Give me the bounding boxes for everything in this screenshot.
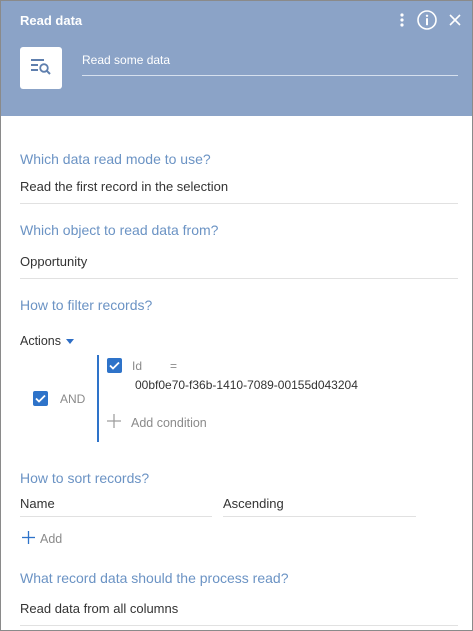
read-data-panel: Read data Read some data Which data read…	[0, 0, 473, 631]
condition-operator[interactable]: =	[170, 359, 177, 373]
group-logic-and[interactable]: AND	[60, 392, 85, 406]
columns-field[interactable]: Read data from all columns	[20, 601, 458, 626]
sort-question: How to sort records?	[20, 470, 150, 486]
filter-question: How to filter records?	[20, 297, 153, 313]
add-condition-button[interactable]: Add condition	[107, 414, 207, 431]
filter-actions-menu[interactable]: Actions	[20, 334, 74, 348]
element-name-input[interactable]: Read some data	[82, 53, 458, 76]
sort-column-field[interactable]: Name	[20, 496, 212, 517]
read-mode-field[interactable]: Read the first record in the selection	[20, 179, 458, 204]
condition-value[interactable]: 00bf0e70-f36b-1410-7089-00155d043204	[135, 378, 358, 392]
sort-direction-field[interactable]: Ascending	[223, 496, 416, 517]
header-actions	[398, 9, 462, 31]
close-icon[interactable]	[448, 13, 462, 27]
columns-question: What record data should the process read…	[20, 570, 289, 586]
panel-header: Read data Read some data	[1, 1, 472, 116]
group-checkbox[interactable]	[33, 391, 48, 406]
filter-group-line	[97, 355, 99, 442]
plus-icon	[22, 531, 35, 547]
plus-icon	[107, 414, 121, 431]
read-data-icon	[30, 57, 52, 80]
condition-checkbox[interactable]	[107, 358, 122, 373]
actions-label: Actions	[20, 334, 61, 348]
add-sort-label: Add	[40, 532, 63, 546]
condition-field[interactable]: Id	[132, 359, 142, 373]
add-condition-label: Add condition	[131, 415, 207, 430]
panel-title: Read data	[20, 13, 83, 28]
add-sort-button[interactable]: Add	[22, 531, 62, 547]
condition-header: Id =	[107, 358, 177, 373]
read-mode-question: Which data read mode to use?	[20, 151, 211, 167]
object-field[interactable]: Opportunity	[20, 254, 458, 279]
info-icon[interactable]	[416, 9, 438, 31]
object-question: Which object to read data from?	[20, 222, 219, 238]
filter-group: AND	[33, 391, 85, 406]
more-vert-icon[interactable]	[398, 11, 406, 29]
element-icon-tile	[20, 47, 62, 89]
caret-down-icon	[66, 338, 74, 344]
